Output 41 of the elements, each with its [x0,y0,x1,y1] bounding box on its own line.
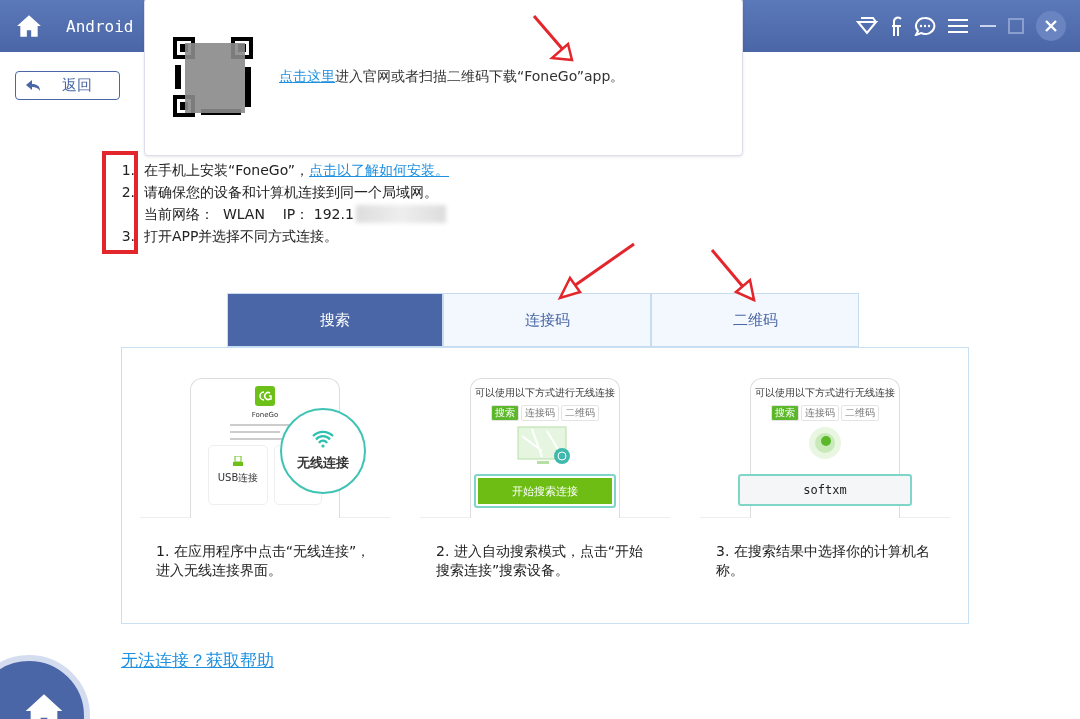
wifi-icon [312,430,334,448]
close-icon [1045,20,1057,32]
step-number: 1. [120,161,135,180]
download-text: 点击这里进入官网或者扫描二维码下载“FoneGo”app。 [279,68,625,86]
back-button[interactable]: 返回 [15,71,120,100]
option-label: USB连接 [217,471,259,485]
tab[interactable]: 搜索 [227,293,443,347]
back-arrow-icon [26,79,40,92]
monitor-map-drawing [517,426,573,466]
facebook-icon[interactable] [890,16,902,36]
chat-icon[interactable] [914,16,936,36]
step-number: 3. [120,227,135,246]
home-icon[interactable] [16,13,42,39]
help-link[interactable]: 无法连接？获取帮助 [121,649,274,672]
menu-icon[interactable] [948,18,968,34]
step-text: 请确保您的设备和计算机连接到同一个局域网。 [144,183,438,202]
mockup-heading: 可以使用以下方式进行无线连接 [755,386,895,400]
diamond-icon[interactable] [856,17,878,35]
install-help-link[interactable]: 点击以了解如何安装。 [309,160,450,180]
app-logo-icon [255,386,275,406]
radar-drawing [808,426,842,460]
step-caption: 3. 在搜索结果中选择你的计算机名称。 [716,542,931,580]
bubble-label: 无线连接 [297,454,349,472]
step-number: 2. [120,183,135,202]
annotation-arrow [710,249,756,303]
network-info: 当前网络： WLAN IP： 192.1 [144,205,354,224]
usb-icon [233,456,243,466]
qr-code-icon [173,37,253,117]
close-button[interactable] [1036,11,1066,41]
minimize-icon[interactable] [980,24,996,28]
step-text: 在手机上安装“FoneGo”， [144,161,310,180]
tab[interactable]: 连接码 [443,293,651,347]
step-caption: 2. 进入自动搜索模式，点击“开始搜索连接”搜索设备。 [436,542,645,580]
window-title: Android [66,16,134,36]
official-site-link[interactable]: 点击这里 [279,68,335,84]
tab[interactable]: 二维码 [651,293,859,347]
annotation-arrow [532,15,574,62]
device-name[interactable]: softxm [738,474,912,506]
step-caption: 1. 在应用程序中点击“无线连接”，进入无线连接界面。 [156,542,372,580]
mockup-heading: 可以使用以下方式进行无线连接 [475,386,615,400]
step-text: 打开APP并选择不同方式连接。 [144,227,339,246]
